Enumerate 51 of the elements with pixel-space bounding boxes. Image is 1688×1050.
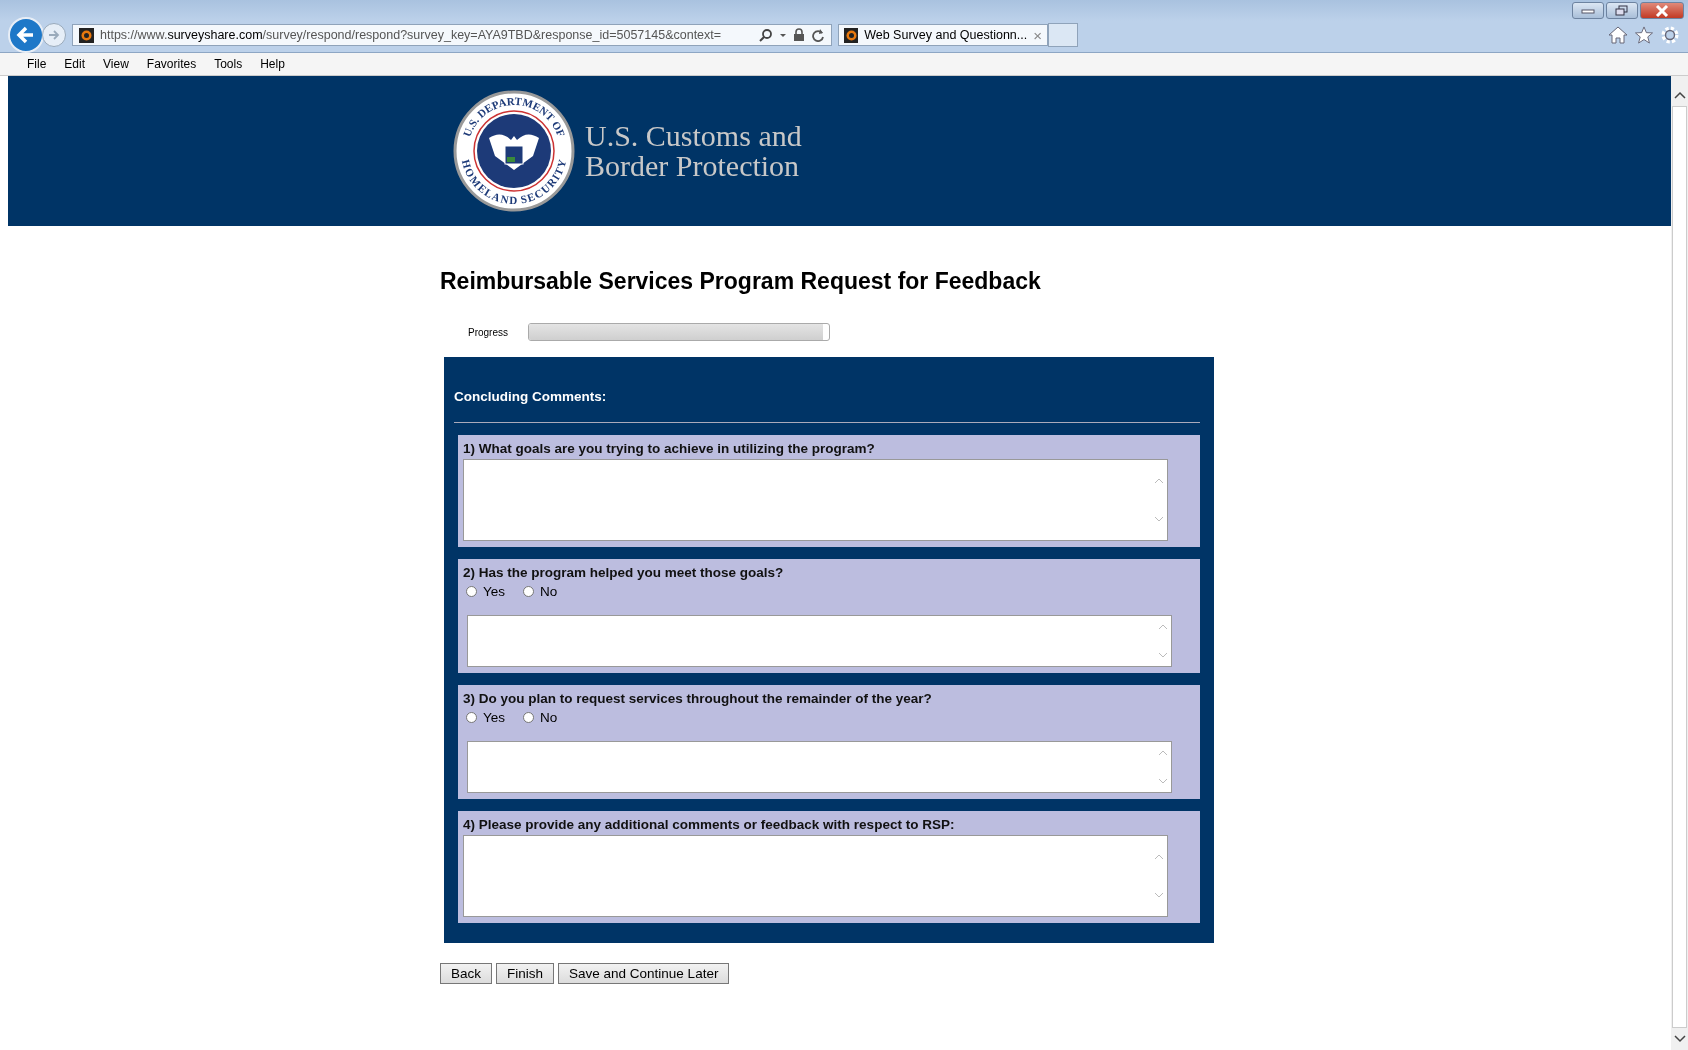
back-button[interactable] — [8, 17, 44, 53]
tab-title: Web Survey and Questionn... — [864, 28, 1028, 42]
comment-field[interactable] — [467, 615, 1172, 667]
menu-item[interactable]: View — [94, 57, 138, 71]
site-icon — [844, 27, 859, 43]
answer-field[interactable] — [463, 459, 1168, 541]
question-text: 2) Has the program helped you meet those goals? — [463, 565, 785, 580]
address-bar[interactable]: https://www.surveyshare.com/survey/respond/respond?survey_key=AYA9TBD&response_id=5057145&context= — [72, 24, 832, 46]
question-text: 1) What goals are you trying to achieve in utilizing the program? — [463, 441, 876, 456]
radio-option[interactable]: Yes — [466, 710, 506, 725]
comment-field[interactable] — [467, 741, 1172, 793]
form-button[interactable]: Save and Continue Later — [558, 963, 730, 984]
menu-item[interactable]: Favorites — [137, 57, 206, 71]
new-tab-button[interactable] — [1048, 23, 1078, 47]
progress-label: Progress — [468, 326, 508, 338]
menu-item[interactable]: Help — [251, 57, 294, 71]
search-icon[interactable] — [759, 28, 773, 42]
menu-item[interactable]: Tools — [205, 57, 252, 71]
radio-option[interactable]: No — [523, 584, 558, 599]
menu-item[interactable]: File — [18, 57, 56, 71]
url-text: https://www.surveyshare.com/survey/respond/respond?survey_key=AYA9TBD&response_id=5057145&context= — [100, 28, 723, 42]
minimize-icon — [1581, 6, 1595, 15]
answer-field[interactable] — [463, 835, 1168, 917]
restore-button[interactable] — [1606, 2, 1638, 19]
radio-option[interactable]: No — [523, 710, 558, 725]
radio-option[interactable]: Yes — [466, 584, 506, 599]
home-icon[interactable] — [1608, 26, 1628, 44]
form-button[interactable]: Back — [440, 963, 492, 984]
close-button[interactable] — [1640, 2, 1684, 19]
lock-icon — [793, 28, 805, 42]
scroll-up-icon[interactable] — [1673, 90, 1686, 100]
settings-icon[interactable] — [1660, 25, 1680, 45]
site-icon — [79, 27, 94, 43]
section-heading: Concluding Comments: — [454, 389, 1200, 423]
refresh-icon[interactable] — [811, 28, 825, 42]
form-button[interactable]: Finish — [496, 963, 555, 984]
question-text: 4) Please provide any additional comments or feedback with respect to RSP: — [463, 817, 956, 832]
minimize-button[interactable] — [1572, 2, 1604, 19]
survey-title: Reimbursable Services Program Request for Feedback — [440, 268, 1042, 295]
star-icon[interactable] — [1634, 26, 1654, 44]
agency-name: U.S. Customs and Border Protection — [585, 121, 802, 181]
close-icon — [1655, 4, 1669, 17]
menu-item[interactable]: Edit — [55, 57, 95, 71]
vertical-scrollbar[interactable] — [1671, 76, 1688, 1050]
restore-icon — [1615, 4, 1629, 17]
scroll-down-icon[interactable] — [1673, 1034, 1686, 1044]
question-text: 3) Do you plan to request services throughout the remainder of the year? — [463, 691, 933, 706]
forward-arrow-icon — [47, 28, 61, 42]
forward-button[interactable] — [42, 23, 66, 47]
browser-tab[interactable]: Web Survey and Questionn... × — [838, 24, 1048, 46]
tab-close-button[interactable]: × — [1033, 26, 1042, 44]
